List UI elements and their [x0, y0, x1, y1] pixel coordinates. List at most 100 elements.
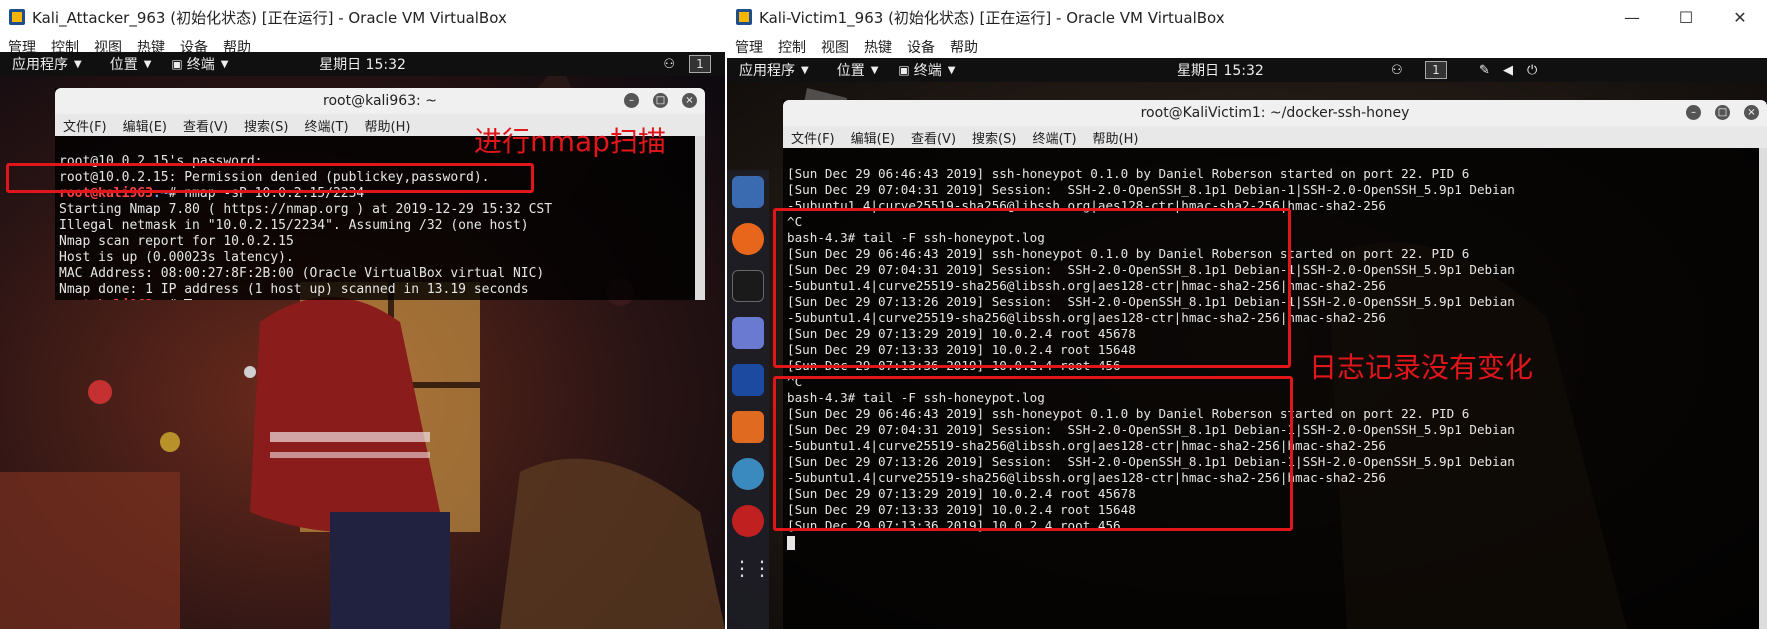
menu-devices[interactable]: 设备: [907, 37, 935, 57]
term-menu-terminal[interactable]: 终端(T): [1032, 128, 1076, 147]
menu-help[interactable]: 帮助: [950, 37, 978, 57]
term-menu-help[interactable]: 帮助(H): [365, 116, 411, 135]
terminal-output[interactable]: root@10.0.2.15's password: root@10.0.2.15…: [55, 136, 705, 300]
applications-menu[interactable]: 应用程序 ▼: [12, 54, 82, 74]
chevron-down-icon: ▼: [947, 64, 956, 76]
maximize-icon[interactable]: □: [1715, 105, 1730, 120]
left-guest-screen[interactable]: 应用程序 ▼ 位置 ▼ ▣ 终端 ▼ 星期日 15:32 ⚇ 1 root@kali96…: [0, 52, 725, 629]
term-menu-file[interactable]: 文件(F): [63, 116, 107, 135]
close-icon[interactable]: ×: [1744, 105, 1759, 120]
terminal-line: Host is up (0.00023s latency).: [59, 250, 294, 265]
right-vbox-window: Kali-Victim1_963 (初始化状态) [正在运行] - Oracle…: [727, 0, 1767, 629]
left-vbox-titlebar[interactable]: Kali_Attacker_963 (初始化状态) [正在运行] - Oracl…: [0, 0, 725, 34]
terminal-line: [Sun Dec 29 07:04:31 2019] Session: SSH-…: [787, 182, 1515, 197]
files-icon[interactable]: [732, 176, 764, 208]
terminal-titlebar[interactable]: root@KaliVictim1: ~/docker-ssh-honey – □…: [783, 100, 1767, 126]
prompt-path: :~: [153, 298, 169, 300]
right-guest-screen[interactable]: 应用程序 ▼ 位置 ▼ ▣ 终端 ▼ 星期日 15:32 ⚇ 1 ✎ ◀ ⏻ ⋮⋮ ro…: [727, 58, 1767, 629]
right-window-title: Kali-Victim1_963 (初始化状态) [正在运行] - Oracle…: [759, 8, 1225, 27]
current-prompt[interactable]: [787, 534, 1763, 550]
clock[interactable]: 星期日 15:32: [319, 54, 406, 74]
close-icon[interactable]: ×: [682, 93, 697, 108]
terminal-line: Nmap done: 1 IP address (1 host up) scan…: [59, 282, 529, 297]
right-vbox-menubar: 管理 控制 视图 热键 设备 帮助: [727, 34, 1767, 60]
terminal-title: root@KaliVictim1: ~/docker-ssh-honey: [1140, 105, 1410, 121]
close-icon[interactable]: ✕: [1713, 8, 1767, 27]
right-dock: ⋮⋮: [727, 170, 772, 629]
terminal-line: Nmap scan report for 10.0.2.15: [59, 234, 294, 249]
terminal-line: [Sun Dec 29 06:46:43 2019] ssh-honeypot …: [787, 166, 1470, 181]
workspace-indicator[interactable]: 1: [689, 55, 711, 73]
people-icon[interactable]: ⚇: [1391, 63, 1403, 78]
term-menu-search[interactable]: 搜索(S): [972, 128, 1016, 147]
minimize-icon[interactable]: –: [1686, 105, 1701, 120]
terminal-menubar: 文件(F) 编辑(E) 查看(V) 搜索(S) 终端(T) 帮助(H): [783, 126, 1767, 148]
text-cursor: [787, 535, 795, 550]
left-vbox-window: Kali_Attacker_963 (初始化状态) [正在运行] - Oracl…: [0, 0, 725, 629]
term-menu-file[interactable]: 文件(F): [791, 128, 835, 147]
metasploit-icon[interactable]: [732, 364, 764, 396]
term-menu-view[interactable]: 查看(V): [911, 128, 956, 147]
pen-icon[interactable]: ✎: [1479, 63, 1490, 78]
term-menu-search[interactable]: 搜索(S): [244, 116, 288, 135]
eye-icon[interactable]: [732, 458, 764, 490]
burpsuite-icon[interactable]: [732, 411, 764, 443]
terminal-line: Illegal netmask in "10.0.2.15/2234". Ass…: [59, 218, 529, 233]
workspace-indicator[interactable]: 1: [1425, 61, 1447, 79]
applications-menu[interactable]: 应用程序 ▼: [739, 60, 809, 80]
applications-label: 应用程序: [12, 57, 68, 73]
terminal-label: 终端: [913, 63, 942, 79]
terminal-scrollbar[interactable]: [1759, 148, 1767, 629]
terminal-app-menu[interactable]: ▣ 终端 ▼: [898, 60, 955, 80]
people-icon[interactable]: ⚇: [663, 57, 675, 72]
minimize-icon[interactable]: —: [1605, 8, 1659, 27]
text-cursor: [184, 298, 193, 300]
term-menu-help[interactable]: 帮助(H): [1093, 128, 1139, 147]
term-menu-edit[interactable]: 编辑(E): [123, 116, 167, 135]
terminal-app-menu[interactable]: ▣ 终端 ▼: [171, 54, 228, 74]
prompt-user: root@kali963: [59, 298, 153, 300]
chevron-down-icon: ▼: [801, 64, 809, 76]
terminal-icon: ▣: [171, 57, 183, 71]
second-log-highlight: [773, 376, 1293, 531]
places-label: 位置: [836, 63, 865, 79]
terminal-label: 终端: [186, 57, 215, 73]
right-gnome-topbar: 应用程序 ▼ 位置 ▼ ▣ 终端 ▼ 星期日 15:32 ⚇ 1 ✎ ◀ ⏻: [727, 58, 1767, 82]
current-prompt[interactable]: root@kali963:~#: [59, 298, 701, 300]
chevron-down-icon: ▼: [870, 64, 879, 76]
places-menu[interactable]: 位置 ▼: [110, 54, 152, 74]
terminal-icon: ▣: [898, 63, 910, 77]
notes-icon[interactable]: [732, 317, 764, 349]
firefox-icon[interactable]: [732, 223, 764, 255]
window-controls: — ☐ ✕: [1605, 8, 1767, 27]
term-menu-terminal[interactable]: 终端(T): [304, 116, 348, 135]
menu-hotkey[interactable]: 热键: [864, 37, 892, 57]
power-icon[interactable]: ⏻: [1527, 63, 1537, 78]
volume-icon[interactable]: ◀: [1503, 63, 1513, 78]
places-menu[interactable]: 位置 ▼: [837, 60, 879, 80]
minimize-icon[interactable]: –: [624, 93, 639, 108]
virtualbox-icon: [736, 9, 752, 25]
terminal-line: MAC Address: 08:00:27:8F:2B:00 (Oracle V…: [59, 266, 545, 281]
menu-control[interactable]: 控制: [778, 37, 806, 57]
chevron-down-icon: ▼: [220, 58, 229, 70]
terminal-scrollbar[interactable]: [695, 136, 705, 300]
chevron-down-icon: ▼: [74, 58, 82, 70]
virtualbox-icon: [9, 9, 25, 25]
menu-view[interactable]: 视图: [821, 37, 849, 57]
term-menu-view[interactable]: 查看(V): [183, 116, 228, 135]
menu-manage[interactable]: 管理: [735, 37, 763, 57]
maximize-icon[interactable]: ☐: [1659, 8, 1713, 27]
terminal-icon[interactable]: [732, 270, 764, 302]
log-annotation: 日志记录没有变化: [1309, 351, 1534, 384]
terminal-titlebar[interactable]: root@kali963: ~ – □ ×: [55, 88, 705, 114]
cherry-icon[interactable]: [732, 505, 764, 537]
places-label: 位置: [109, 57, 138, 73]
maximize-icon[interactable]: □: [653, 93, 668, 108]
terminal-title: root@kali963: ~: [323, 93, 437, 109]
chevron-down-icon: ▼: [143, 58, 152, 70]
term-menu-edit[interactable]: 编辑(E): [851, 128, 895, 147]
nmap-annotation: 进行nmap扫描: [474, 125, 666, 158]
clock[interactable]: 星期日 15:32: [1177, 60, 1264, 80]
app-grid-icon[interactable]: ⋮⋮: [732, 552, 772, 584]
